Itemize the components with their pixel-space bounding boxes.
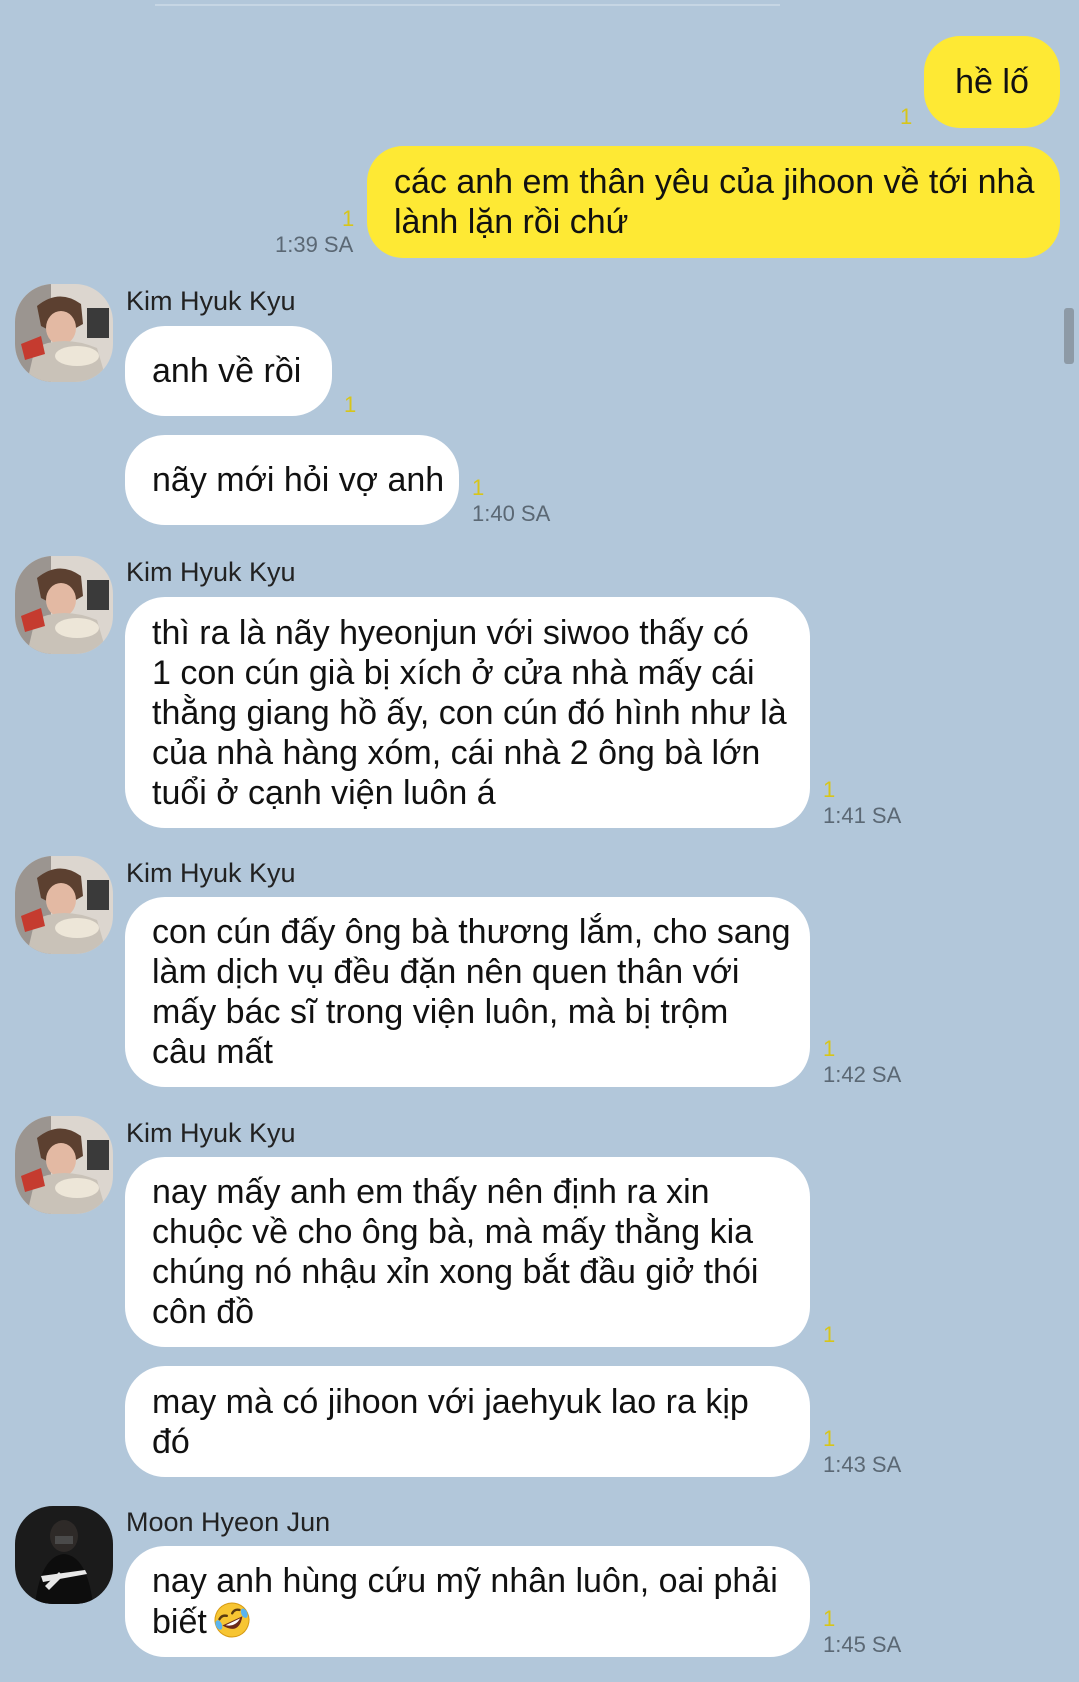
incoming-message-bubble[interactable]: nay anh hùng cứu mỹ nhân luôn, oai phải … [125, 1546, 810, 1657]
avatar-moon-hyeon-jun[interactable] [15, 1506, 113, 1604]
message-text: tuổi ở cạnh viện luôn á [152, 773, 496, 812]
sender-name: Moon Hyeon Jun [126, 1507, 331, 1537]
message-timestamp: 1:45 SA [823, 1632, 902, 1657]
unread-count: 1 [342, 206, 355, 231]
message-text: đó [152, 1422, 190, 1461]
message-text: lành lặn rồi chứ [394, 203, 629, 241]
message-text: nãy mới hỏi vợ anh [152, 461, 445, 499]
message-text: hề lố [955, 63, 1029, 101]
message-timestamp: 1:39 SA [275, 232, 354, 257]
message-timestamp: 1:41 SA [823, 803, 902, 828]
outgoing-message-bubble[interactable]: hề lố [924, 36, 1060, 128]
top-divider [155, 4, 780, 6]
message-text: chuộc về cho ông bà, mà mấy thằng kia [152, 1213, 754, 1251]
message-line-with-emoji: biết [152, 1601, 783, 1642]
avatar-kim-hyuk-kyu[interactable] [15, 556, 113, 654]
outgoing-message-bubble[interactable]: các anh em thân yêu của jihoon về tới nh… [367, 146, 1060, 258]
unread-count: 1 [823, 1322, 836, 1347]
sender-name: Kim Hyuk Kyu [126, 1118, 296, 1148]
message-text: 1 con cún già bị xích ở cửa nhà mấy cái [152, 653, 755, 692]
message-text: thằng giang hồ ấy, con cún đó hình như l… [152, 693, 787, 732]
unread-count: 1 [823, 1606, 836, 1631]
avatar-kim-hyuk-kyu[interactable] [15, 1116, 113, 1214]
unread-count: 1 [344, 392, 357, 417]
sender-name: Kim Hyuk Kyu [126, 858, 296, 888]
message-text: thì ra là nãy hyeonjun với siwoo thấy có [152, 613, 749, 652]
rolling-on-floor-laughing-emoji-icon [213, 1601, 251, 1639]
message-text: câu mất [152, 1033, 273, 1071]
avatar-kim-hyuk-kyu[interactable] [15, 856, 113, 954]
incoming-message-bubble[interactable]: nãy mới hỏi vợ anh [125, 435, 459, 525]
incoming-message-bubble[interactable]: con cún đấy ông bà thương lắm, cho sang … [125, 897, 810, 1087]
message-text: côn đồ [152, 1293, 255, 1331]
unread-count: 1 [823, 1036, 836, 1061]
incoming-message-bubble[interactable]: may mà có jihoon với jaehyuk lao ra kịp … [125, 1366, 810, 1477]
message-text: anh về rồi [152, 352, 302, 390]
message-text: của nhà hàng xóm, cái nhà 2 ông bà lớn [152, 733, 761, 772]
message-timestamp: 1:40 SA [472, 501, 551, 526]
sender-name: Kim Hyuk Kyu [126, 286, 296, 316]
message-text: biết [152, 1603, 207, 1641]
avatar-kim-hyuk-kyu[interactable] [15, 284, 113, 382]
message-text: may mà có jihoon với jaehyuk lao ra kịp [152, 1382, 749, 1421]
message-text: con cún đấy ông bà thương lắm, cho sang [152, 913, 791, 951]
incoming-message-bubble[interactable]: anh về rồi [125, 326, 332, 416]
message-text: nay mấy anh em thấy nên định ra xin [152, 1173, 710, 1211]
message-text: chúng nó nhậu xỉn xong bắt đầu giở thói [152, 1253, 759, 1291]
message-text: các anh em thân yêu của jihoon về tới nh… [394, 163, 1035, 201]
scrollbar[interactable] [1064, 308, 1074, 364]
message-timestamp: 1:42 SA [823, 1062, 902, 1087]
unread-count: 1 [823, 777, 836, 802]
unread-count: 1 [472, 475, 485, 500]
message-text: nay anh hùng cứu mỹ nhân luôn, oai phải [152, 1562, 778, 1600]
incoming-message-bubble[interactable]: thì ra là nãy hyeonjun với siwoo thấy có… [125, 597, 810, 828]
message-text: làm dịch vụ đều đặn nên quen thân với [152, 953, 740, 991]
unread-count: 1 [823, 1426, 836, 1451]
message-timestamp: 1:43 SA [823, 1452, 902, 1477]
incoming-message-bubble[interactable]: nay mấy anh em thấy nên định ra xin chuộ… [125, 1157, 810, 1347]
sender-name: Kim Hyuk Kyu [126, 557, 296, 587]
message-text: mấy bác sĩ trong viện luôn, mà bị trộm [152, 993, 729, 1031]
unread-count: 1 [900, 104, 913, 129]
